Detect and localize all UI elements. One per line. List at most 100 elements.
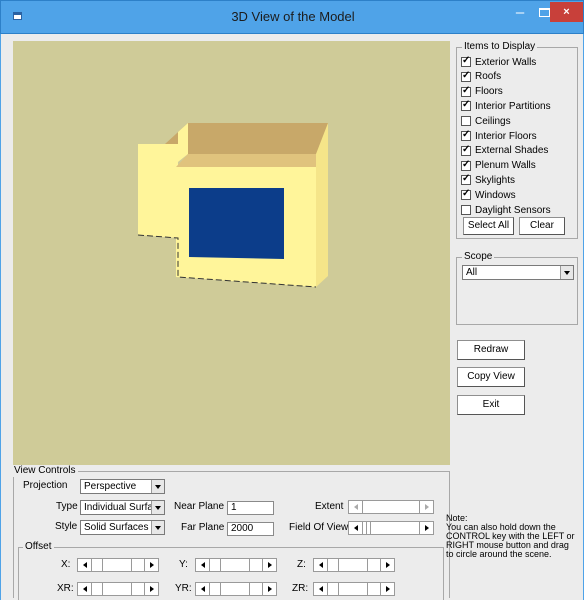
exit-button[interactable]: Exit bbox=[457, 395, 525, 415]
display-item[interactable]: Windows bbox=[461, 188, 516, 201]
checkbox[interactable] bbox=[461, 205, 471, 215]
near-plane-label: Near Plane bbox=[174, 501, 225, 512]
field-of-view-slider[interactable] bbox=[348, 521, 434, 535]
style-select[interactable]: Solid Surfaces bbox=[80, 520, 165, 535]
display-item[interactable]: Plenum Walls bbox=[461, 159, 536, 172]
scroll-right-icon[interactable] bbox=[262, 559, 276, 571]
display-item[interactable]: Interior Floors bbox=[461, 129, 537, 142]
chevron-down-icon[interactable] bbox=[151, 480, 164, 493]
x-offset-slider[interactable] bbox=[77, 558, 159, 572]
scroll-left-icon[interactable] bbox=[78, 583, 92, 595]
z-label: Z: bbox=[297, 559, 306, 570]
type-value: Individual Surfac bbox=[84, 502, 158, 513]
field-of-view-thumb[interactable] bbox=[366, 522, 371, 534]
far-plane-input[interactable]: 2000 bbox=[227, 522, 274, 536]
display-item[interactable]: Floors bbox=[461, 85, 503, 98]
display-item[interactable]: Interior Partitions bbox=[461, 99, 551, 112]
window-surface bbox=[189, 188, 284, 259]
select-all-button[interactable]: Select All bbox=[463, 217, 514, 235]
scroll-left-icon[interactable] bbox=[349, 501, 363, 513]
projection-select[interactable]: Perspective bbox=[80, 479, 165, 494]
display-item-label: External Shades bbox=[475, 145, 549, 157]
style-value: Solid Surfaces bbox=[84, 522, 149, 533]
type-label: Type bbox=[56, 501, 78, 512]
type-select[interactable]: Individual Surfac bbox=[80, 500, 165, 515]
zr-offset-slider[interactable] bbox=[313, 582, 395, 596]
xr-offset-thumb[interactable] bbox=[102, 583, 132, 595]
scope-legend: Scope bbox=[462, 251, 495, 263]
zr-offset-thumb[interactable] bbox=[338, 583, 368, 595]
3d-viewport[interactable] bbox=[13, 41, 450, 465]
scroll-right-icon[interactable] bbox=[380, 559, 394, 571]
display-item-label: Exterior Walls bbox=[475, 56, 537, 68]
checkbox[interactable] bbox=[461, 173, 471, 186]
minimize-button[interactable]: – bbox=[507, 3, 533, 23]
scroll-left-icon[interactable] bbox=[314, 583, 328, 595]
xr-label: XR: bbox=[57, 583, 74, 594]
z-offset-thumb[interactable] bbox=[338, 559, 368, 571]
scope-value: All bbox=[466, 267, 478, 278]
display-item-label: Ceilings bbox=[475, 115, 511, 127]
display-item[interactable]: Roofs bbox=[461, 70, 502, 83]
near-plane-input[interactable]: 1 bbox=[227, 501, 274, 515]
title-bar[interactable]: 3D View of the Model – × bbox=[0, 0, 584, 34]
redraw-button[interactable]: Redraw bbox=[457, 340, 525, 360]
scroll-left-icon[interactable] bbox=[196, 583, 210, 595]
close-button[interactable]: × bbox=[550, 2, 583, 22]
display-item-label: Roofs bbox=[475, 71, 502, 83]
checkbox[interactable] bbox=[461, 99, 471, 112]
clear-button[interactable]: Clear bbox=[519, 217, 565, 235]
offset-legend: Offset bbox=[23, 541, 54, 553]
x-offset-thumb[interactable] bbox=[102, 559, 132, 571]
scroll-left-icon[interactable] bbox=[78, 559, 92, 571]
yr-label: YR: bbox=[175, 583, 192, 594]
model-render bbox=[137, 123, 328, 288]
display-item[interactable]: Daylight Sensors bbox=[461, 204, 551, 216]
scroll-right-icon[interactable] bbox=[144, 559, 158, 571]
scroll-right-icon[interactable] bbox=[144, 583, 158, 595]
checkbox[interactable] bbox=[461, 129, 471, 141]
chevron-down-icon[interactable] bbox=[151, 521, 164, 534]
scroll-left-icon[interactable] bbox=[196, 559, 210, 571]
y-offset-thumb[interactable] bbox=[220, 559, 250, 571]
display-item-label: Windows bbox=[475, 189, 516, 201]
xr-offset-slider[interactable] bbox=[77, 582, 159, 596]
scroll-right-icon[interactable] bbox=[419, 522, 433, 534]
checkbox[interactable] bbox=[461, 85, 471, 97]
yr-offset-slider[interactable] bbox=[195, 582, 277, 596]
checkbox[interactable] bbox=[461, 55, 471, 67]
display-item-label: Floors bbox=[475, 86, 503, 98]
maximize-icon bbox=[539, 8, 550, 17]
display-item[interactable]: Ceilings bbox=[461, 115, 511, 127]
roof-surface bbox=[165, 123, 328, 154]
chevron-down-icon[interactable] bbox=[560, 266, 573, 279]
chevron-down-icon[interactable] bbox=[151, 501, 164, 514]
checkbox[interactable] bbox=[461, 159, 471, 171]
display-item-label: Skylights bbox=[475, 174, 516, 186]
checkbox[interactable] bbox=[461, 116, 471, 127]
z-offset-slider[interactable] bbox=[313, 558, 395, 572]
display-item-label: Interior Floors bbox=[475, 130, 537, 142]
scroll-left-icon[interactable] bbox=[314, 559, 328, 571]
extent-label: Extent bbox=[315, 501, 344, 512]
checkbox[interactable] bbox=[461, 188, 471, 201]
scroll-left-icon[interactable] bbox=[349, 522, 363, 534]
projection-value: Perspective bbox=[84, 481, 137, 492]
display-item[interactable]: Exterior Walls bbox=[461, 55, 537, 68]
display-item[interactable]: External Shades bbox=[461, 144, 549, 157]
y-offset-slider[interactable] bbox=[195, 558, 277, 572]
scroll-right-icon[interactable] bbox=[262, 583, 276, 595]
scope-select[interactable]: All bbox=[462, 265, 574, 280]
checkbox[interactable] bbox=[461, 70, 471, 82]
checkbox[interactable] bbox=[461, 144, 471, 156]
style-label: Style bbox=[55, 521, 78, 532]
scroll-right-icon[interactable] bbox=[380, 583, 394, 595]
x-label: X: bbox=[61, 559, 71, 570]
scroll-right-icon[interactable] bbox=[419, 501, 433, 513]
yr-offset-thumb[interactable] bbox=[220, 583, 250, 595]
extent-slider[interactable] bbox=[348, 500, 434, 514]
navigation-note: Note: You can also hold down the CONTROL… bbox=[446, 513, 575, 559]
copy-view-button[interactable]: Copy View bbox=[457, 367, 525, 387]
display-item[interactable]: Skylights bbox=[461, 173, 516, 186]
display-item-label: Interior Partitions bbox=[475, 100, 551, 112]
